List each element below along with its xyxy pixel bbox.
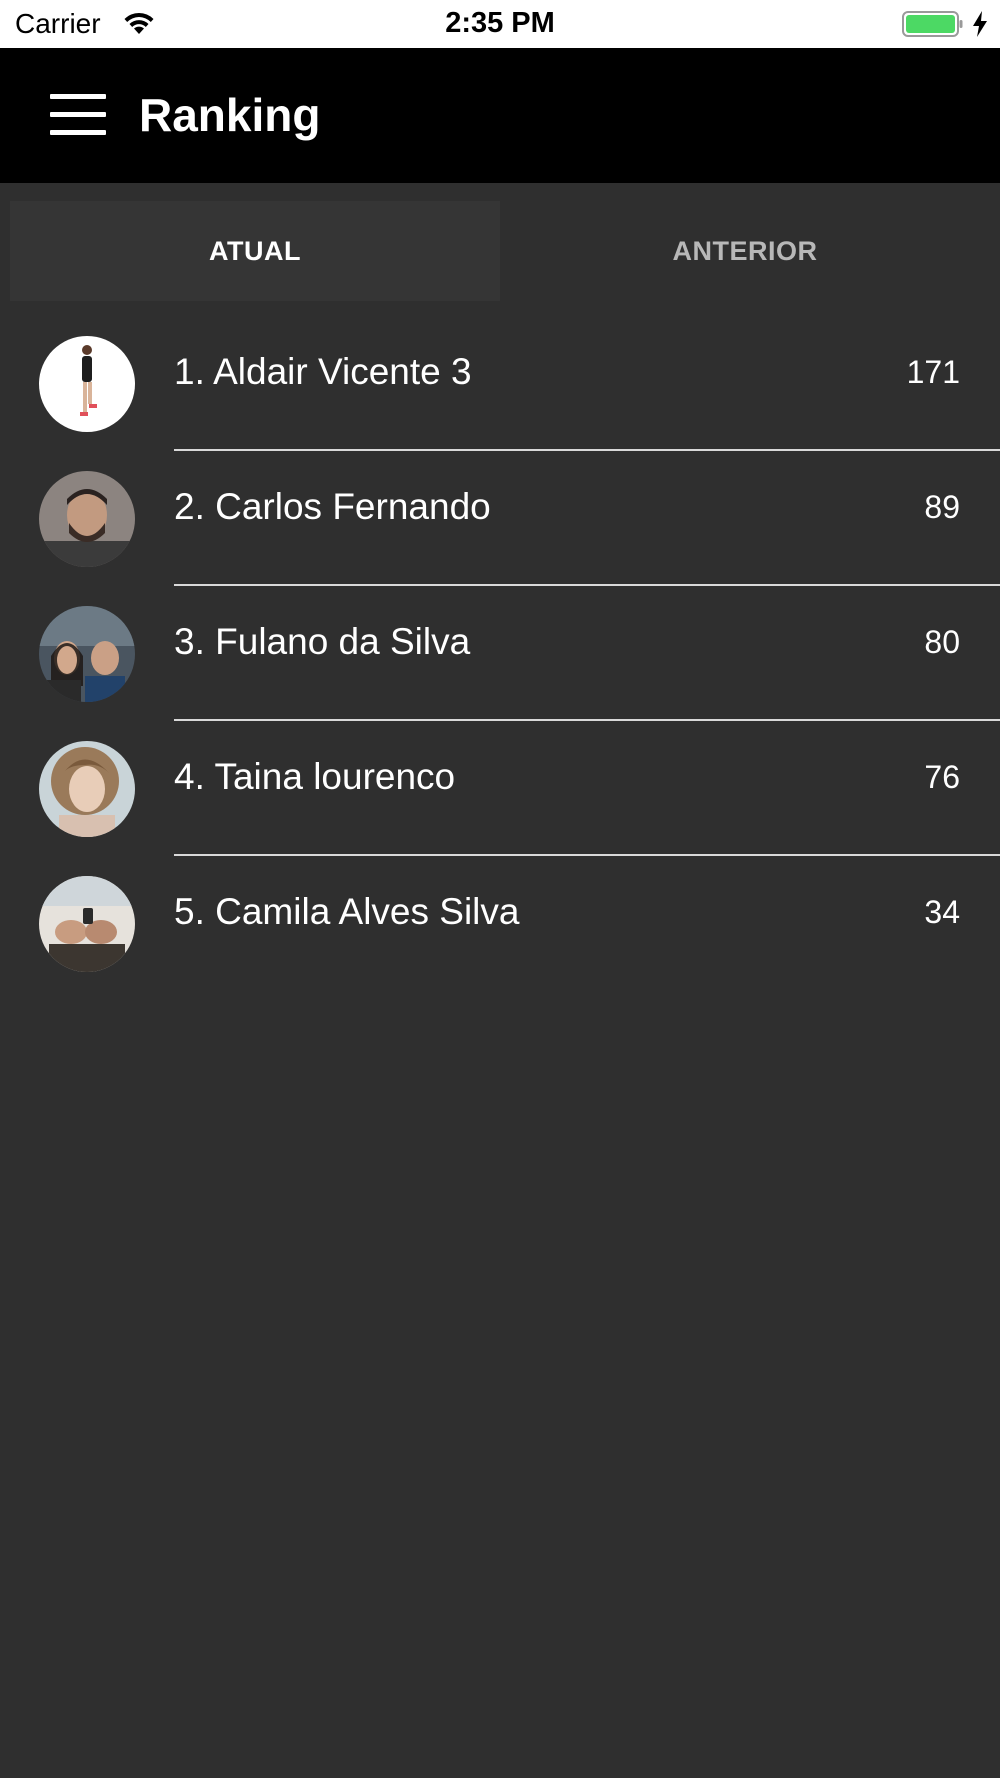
hamburger-menu-icon[interactable] — [50, 94, 106, 136]
tab-bar: ATUAL ANTERIOR — [0, 183, 1000, 305]
tab-atual[interactable]: ATUAL — [10, 201, 500, 301]
charging-bolt-icon — [973, 11, 987, 37]
ranking-score: 34 — [924, 894, 960, 930]
avatar — [39, 336, 135, 432]
ranking-row[interactable]: 4. Taina lourenco 76 — [0, 710, 1000, 845]
ranking-name: 5. Camila Alves Silva — [174, 891, 520, 932]
ranking-name: 3. Fulano da Silva — [174, 621, 471, 662]
ranking-score: 80 — [924, 624, 960, 660]
avatar — [39, 606, 135, 702]
app-header: Ranking — [0, 48, 1000, 183]
ranking-score: 76 — [924, 759, 960, 795]
status-bar: Carrier 2:35 PM — [0, 0, 1000, 48]
avatar — [39, 741, 135, 837]
ranking-name: 4. Taina lourenco — [174, 756, 456, 797]
ranking-name: 2. Carlos Fernando — [174, 486, 491, 527]
battery-icon — [902, 11, 963, 37]
status-time: 2:35 PM — [445, 7, 555, 39]
ranking-row[interactable]: 3. Fulano da Silva 80 — [0, 575, 1000, 710]
avatar — [39, 471, 135, 567]
avatar — [39, 876, 135, 972]
ranking-row[interactable]: 5. Camila Alves Silva 34 — [0, 845, 1000, 980]
ranking-row[interactable]: 2. Carlos Fernando 89 — [0, 440, 1000, 575]
ranking-score: 171 — [906, 354, 960, 390]
page-title: Ranking — [139, 89, 321, 141]
tab-anterior[interactable]: ANTERIOR — [500, 201, 990, 301]
ranking-score: 89 — [924, 489, 960, 525]
ranking-row[interactable]: 1. Aldair Vicente 3 171 — [0, 305, 1000, 440]
ranking-name: 1. Aldair Vicente 3 — [174, 351, 472, 392]
